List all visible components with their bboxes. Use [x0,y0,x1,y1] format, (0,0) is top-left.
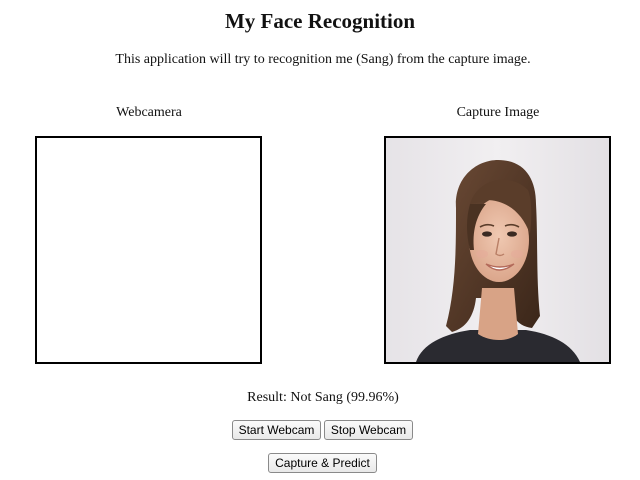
captured-image-frame [384,136,611,364]
webcam-video-frame [35,136,262,364]
webcam-label: Webcamera [116,105,182,120]
prediction-result: Result: Not Sang (99.96%) [247,390,399,405]
capture-image-label: Capture Image [456,105,540,120]
capture-predict-button[interactable]: Capture & Predict [268,453,377,473]
page-title: My Face Recognition [224,9,416,33]
captured-face-photo [386,138,609,362]
stop-webcam-button[interactable]: Stop Webcam [324,420,413,440]
start-webcam-button[interactable]: Start Webcam [232,420,321,440]
page-description: This application will try to recognition… [115,52,531,67]
